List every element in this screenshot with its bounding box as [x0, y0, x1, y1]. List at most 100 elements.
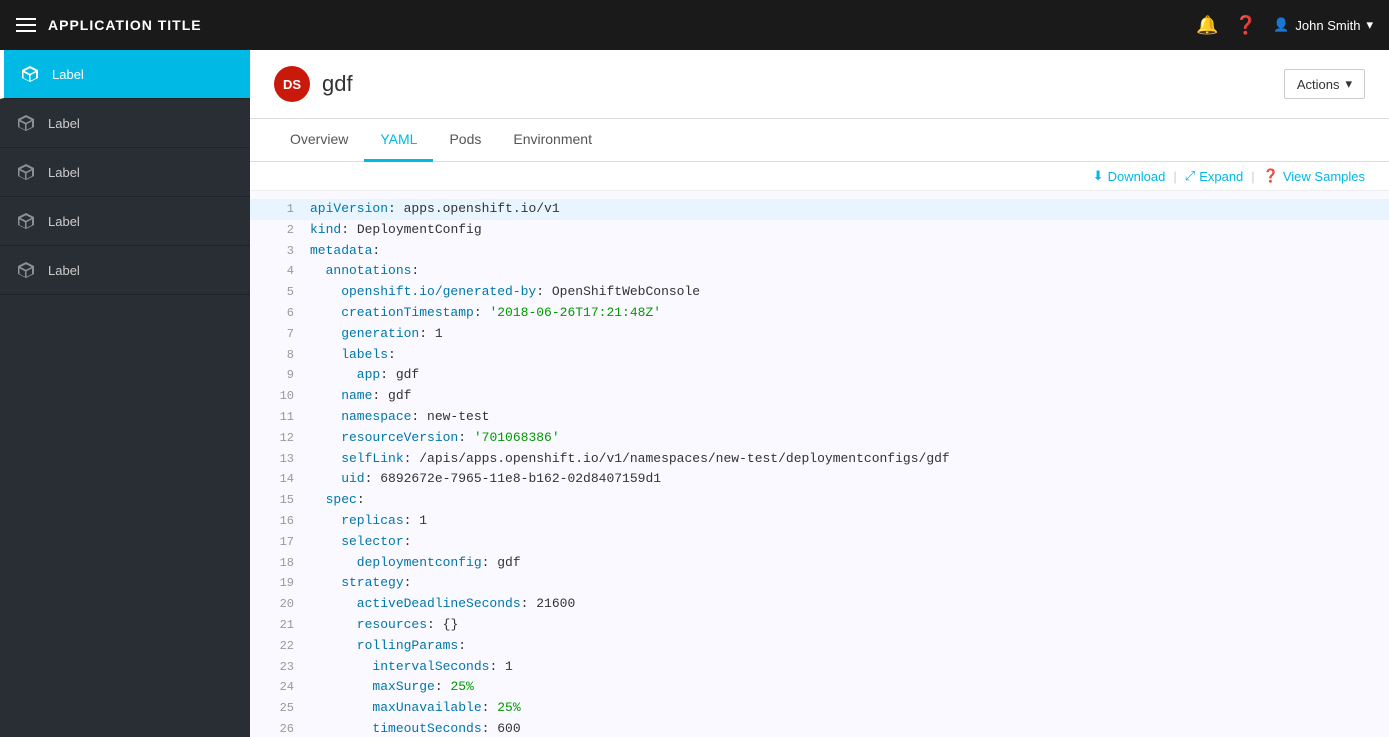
code-line: 3 metadata: — [250, 241, 1389, 262]
toolbar-separator-1: | — [1173, 169, 1176, 184]
code-text: maxUnavailable: 25% — [310, 698, 521, 719]
line-number: 9 — [266, 365, 294, 385]
code-text: uid: 6892672e-7965-11e8-b162-02d8407159d… — [310, 469, 661, 490]
line-number: 2 — [266, 220, 294, 240]
line-number: 25 — [266, 698, 294, 718]
sidebar-item-2[interactable]: Label — [0, 99, 250, 148]
navbar-right: 🔔 ❓ 👤 John Smith ▾ — [1196, 15, 1373, 36]
download-icon: ⬇ — [1093, 168, 1104, 184]
tab-environment[interactable]: Environment — [497, 119, 608, 162]
code-text: labels: — [310, 345, 396, 366]
code-line: 9 app: gdf — [250, 365, 1389, 386]
code-line: 6 creationTimestamp: '2018-06-26T17:21:4… — [250, 303, 1389, 324]
code-line: 18 deploymentconfig: gdf — [250, 553, 1389, 574]
code-line: 2kind: DeploymentConfig — [250, 220, 1389, 241]
code-text: intervalSeconds: 1 — [310, 657, 513, 678]
code-line: 22 rollingParams: — [250, 636, 1389, 657]
code-line: 5 openshift.io/generated-by: OpenShiftWe… — [250, 282, 1389, 303]
line-number: 14 — [266, 469, 294, 489]
tab-yaml[interactable]: YAML — [364, 119, 433, 162]
line-number: 5 — [266, 282, 294, 302]
code-text: strategy: — [310, 573, 411, 594]
code-text: replicas: 1 — [310, 511, 427, 532]
code-text: deploymentconfig: gdf — [310, 553, 521, 574]
line-number: 21 — [266, 615, 294, 635]
line-number: 26 — [266, 719, 294, 737]
page-header: DS gdf Actions ▾ — [250, 50, 1389, 119]
code-text: creationTimestamp: '2018-06-26T17:21:48Z… — [310, 303, 661, 324]
line-number: 20 — [266, 594, 294, 614]
code-text: resourceVersion: '701068386' — [310, 428, 560, 449]
code-line: 17 selector: — [250, 532, 1389, 553]
sidebar-label-4: Label — [48, 214, 80, 229]
bell-icon[interactable]: 🔔 — [1196, 15, 1218, 36]
actions-button[interactable]: Actions ▾ — [1284, 69, 1365, 99]
chevron-down-icon: ▾ — [1345, 76, 1352, 92]
cube-icon-5 — [16, 260, 36, 280]
code-line: 10 name: gdf — [250, 386, 1389, 407]
line-number: 7 — [266, 324, 294, 344]
username-label: John Smith — [1295, 18, 1360, 33]
code-text: maxSurge: 25% — [310, 677, 474, 698]
line-number: 23 — [266, 657, 294, 677]
user-icon: 👤 — [1273, 17, 1289, 33]
sidebar-item-3[interactable]: Label — [0, 148, 250, 197]
chevron-down-icon: ▾ — [1366, 17, 1373, 33]
line-number: 12 — [266, 428, 294, 448]
main-content: DS gdf Actions ▾ Overview YAML Pods Envi… — [250, 50, 1389, 737]
line-number: 15 — [266, 490, 294, 510]
sidebar-label-5: Label — [48, 263, 80, 278]
user-menu[interactable]: 👤 John Smith ▾ — [1273, 17, 1373, 33]
code-line: 7 generation: 1 — [250, 324, 1389, 345]
line-number: 3 — [266, 241, 294, 261]
cube-icon-3 — [16, 162, 36, 182]
line-number: 10 — [266, 386, 294, 406]
tab-pods[interactable]: Pods — [433, 119, 497, 162]
code-text: name: gdf — [310, 386, 411, 407]
sidebar-label-1: Label — [52, 67, 84, 82]
code-line: 12 resourceVersion: '701068386' — [250, 428, 1389, 449]
line-number: 4 — [266, 261, 294, 281]
tab-overview[interactable]: Overview — [274, 119, 364, 162]
code-line: 21 resources: {} — [250, 615, 1389, 636]
code-line: 4 annotations: — [250, 261, 1389, 282]
code-line: 11 namespace: new-test — [250, 407, 1389, 428]
cube-icon-4 — [16, 211, 36, 231]
code-line: 8 labels: — [250, 345, 1389, 366]
sidebar-item-1[interactable]: Label — [0, 50, 250, 99]
code-text: selfLink: /apis/apps.openshift.io/v1/nam… — [310, 449, 950, 470]
toolbar-separator-2: | — [1251, 169, 1254, 184]
ds-badge: DS — [274, 66, 310, 102]
sidebar-item-5[interactable]: Label — [0, 246, 250, 295]
code-text: openshift.io/generated-by: OpenShiftWebC… — [310, 282, 700, 303]
code-text: annotations: — [310, 261, 419, 282]
question-circle-icon[interactable]: ❓ — [1235, 15, 1257, 36]
code-text: generation: 1 — [310, 324, 443, 345]
download-link[interactable]: ⬇ Download — [1093, 168, 1166, 184]
code-text: selector: — [310, 532, 411, 553]
line-number: 16 — [266, 511, 294, 531]
code-text: rollingParams: — [310, 636, 466, 657]
code-text: resources: {} — [310, 615, 458, 636]
main-layout: Label Label Label Label — [0, 50, 1389, 737]
code-line: 20 activeDeadlineSeconds: 21600 — [250, 594, 1389, 615]
app-title: APPLICATION TITLE — [48, 17, 202, 33]
hamburger-icon[interactable] — [16, 18, 36, 32]
code-line: 26 timeoutSeconds: 600 — [250, 719, 1389, 737]
sidebar-label-2: Label — [48, 116, 80, 131]
line-number: 13 — [266, 449, 294, 469]
sidebar-item-4[interactable]: Label — [0, 197, 250, 246]
view-samples-link[interactable]: ❓ View Samples — [1263, 168, 1365, 184]
line-number: 18 — [266, 553, 294, 573]
line-number: 17 — [266, 532, 294, 552]
code-line: 16 replicas: 1 — [250, 511, 1389, 532]
code-line: 19 strategy: — [250, 573, 1389, 594]
navbar: APPLICATION TITLE 🔔 ❓ 👤 John Smith ▾ — [0, 0, 1389, 50]
page-title: gdf — [322, 71, 353, 97]
cube-icon-2 — [16, 113, 36, 133]
code-text: metadata: — [310, 241, 380, 262]
code-line: 15 spec: — [250, 490, 1389, 511]
tabs-bar: Overview YAML Pods Environment — [250, 119, 1389, 162]
yaml-toolbar: ⬇ Download | ⤢ Expand | ❓ View Samples — [250, 162, 1389, 191]
expand-link[interactable]: ⤢ Expand — [1185, 168, 1244, 184]
